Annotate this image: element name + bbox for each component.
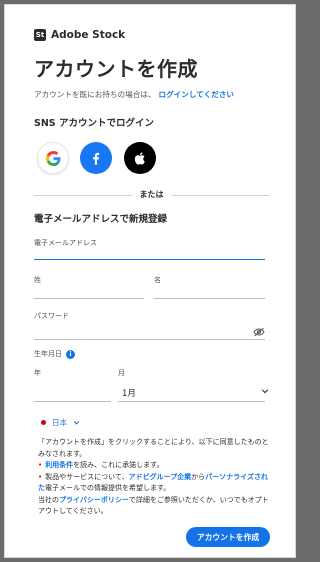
email-label: 電子メールアドレス bbox=[34, 239, 97, 247]
facebook-icon bbox=[93, 152, 100, 165]
month-select-value[interactable]: 1月 bbox=[122, 387, 136, 399]
google-icon bbox=[45, 150, 61, 166]
personalized-link-cont[interactable]: た bbox=[38, 484, 45, 492]
privacy-policy-link[interactable]: プライバシーポリシー bbox=[59, 496, 129, 504]
birthdate-label: 生年月日 bbox=[34, 350, 62, 358]
terms-link[interactable]: 利用条件 bbox=[45, 461, 73, 469]
password-label: パスワード bbox=[34, 312, 69, 320]
first-name-field[interactable] bbox=[154, 298, 265, 299]
legal-terms-line: • 利用条件を読み、これに承諾します。 bbox=[38, 460, 270, 472]
month-select[interactable] bbox=[118, 401, 265, 402]
adobe-stock-logo: St bbox=[34, 29, 46, 41]
apple-icon bbox=[134, 151, 145, 165]
apple-login-button[interactable] bbox=[124, 142, 156, 174]
japan-flag-icon bbox=[41, 420, 46, 425]
or-text: または bbox=[131, 189, 172, 200]
legal-privacy-line: 当社のプライバシーポリシーで詳細をご参照いただくか、いつでもオプトアウトしてくだ… bbox=[38, 495, 270, 518]
bullet: • bbox=[38, 472, 43, 481]
month-label: 月 bbox=[118, 369, 125, 377]
sns-title: SNS アカウントでログイン bbox=[34, 118, 154, 129]
country-selector[interactable]: 日本 bbox=[41, 417, 80, 428]
terms-text: を読み、これに承諾します。 bbox=[73, 461, 164, 469]
brand-name: Adobe Stock bbox=[51, 29, 126, 41]
personalized-link[interactable]: パーソナライズされ bbox=[205, 473, 268, 481]
year-field[interactable] bbox=[34, 401, 111, 402]
legal-text: 「アカウントを作成」をクリックすることにより、以下に同意したものとみなされます。… bbox=[38, 437, 270, 518]
marketing-text-3: 電子メールでの情報提供を希望します。 bbox=[45, 484, 171, 492]
login-prompt-text: アカウントを既にお持ちの場合は、 bbox=[34, 90, 156, 99]
signup-card: St Adobe Stock アカウントを作成 アカウントを既にお持ちの場合は、… bbox=[4, 4, 296, 558]
bullet: • bbox=[38, 461, 43, 469]
email-field[interactable] bbox=[34, 259, 265, 260]
facebook-login-button[interactable] bbox=[80, 142, 112, 174]
brand: St Adobe Stock bbox=[34, 29, 125, 41]
last-name-label: 姓 bbox=[34, 276, 41, 284]
google-login-button[interactable] bbox=[37, 142, 69, 174]
privacy-text-1: 当社の bbox=[38, 495, 59, 504]
adobe-group-link[interactable]: アドビグループ企業 bbox=[129, 473, 192, 481]
chevron-down-icon[interactable] bbox=[261, 387, 269, 395]
legal-intro: 「アカウントを作成」をクリックすることにより、以下に同意したものとみなされます。 bbox=[38, 438, 269, 458]
page-title: アカウントを作成 bbox=[34, 57, 198, 81]
password-field[interactable] bbox=[34, 339, 265, 340]
first-name-label: 名 bbox=[154, 276, 161, 284]
chevron-down-icon[interactable] bbox=[73, 419, 80, 426]
country-name[interactable]: 日本 bbox=[52, 417, 67, 428]
marketing-text-2: から bbox=[191, 472, 206, 481]
last-name-field[interactable] bbox=[34, 298, 144, 299]
or-divider: または bbox=[34, 189, 269, 201]
hide-password-icon[interactable] bbox=[253, 327, 265, 337]
info-icon[interactable]: i bbox=[66, 349, 75, 359]
create-account-button[interactable]: アカウントを作成 bbox=[186, 527, 270, 547]
year-label: 年 bbox=[34, 369, 41, 377]
login-link[interactable]: ログインしてください bbox=[159, 90, 234, 99]
birthdate-label-row: 生年月日 i bbox=[34, 349, 75, 359]
email-signup-title: 電子メールアドレスで新規登録 bbox=[34, 214, 168, 225]
legal-marketing-line: • 製品やサービスについて、アドビグループ企業からパーソナライズされた電子メールで… bbox=[38, 472, 270, 495]
login-prompt: アカウントを既にお持ちの場合は、 ログインしてください bbox=[34, 89, 234, 100]
marketing-text-1: 製品やサービスについて、 bbox=[45, 472, 129, 481]
